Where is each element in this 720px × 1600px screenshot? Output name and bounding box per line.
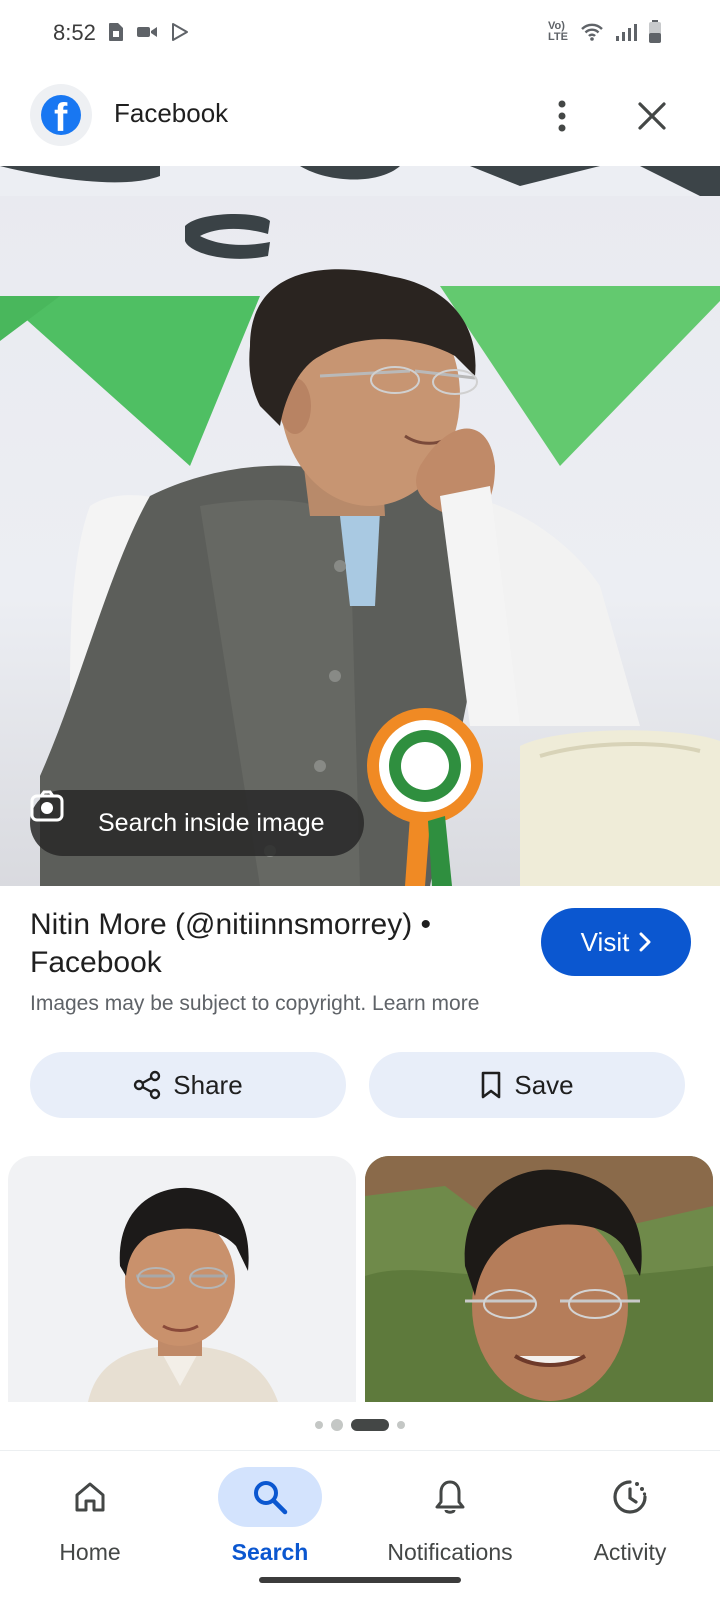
battery-icon [649,20,661,43]
visit-button[interactable]: Visit [541,908,691,976]
learn-more-link[interactable]: Learn more [372,992,479,1015]
chevron-right-icon [639,932,651,952]
status-time: 8:52 [53,20,96,45]
copyright-text: Images may be subject to copyright. [30,992,367,1015]
carousel-pager [0,1419,720,1431]
visit-label: Visit [580,926,630,957]
nav-search-label: Search [231,1539,309,1565]
related-image-2[interactable] [365,1156,713,1402]
video-icon [137,27,157,37]
play-store-icon [172,23,188,41]
more-vert-icon [558,100,566,132]
related-image-1[interactable] [8,1156,356,1402]
photo-illustration [0,166,720,886]
copyright-notice: Images may be subject to copyright. Lear… [30,992,479,1016]
nav-search[interactable]: Search [180,1459,360,1569]
sim-card-icon [109,23,123,41]
more-options-button[interactable] [540,90,584,142]
save-button[interactable]: Save [369,1052,685,1118]
share-button[interactable]: Share [30,1052,346,1118]
status-left-icons [108,22,190,42]
result-title[interactable]: Nitin More (@nitiinnsmorrey) • Facebook [30,906,500,982]
bookmark-icon [482,1071,501,1099]
search-inside-image-button[interactable]: Search inside image [30,790,364,856]
pager-dot [397,1421,405,1429]
portrait-illustration [365,1156,713,1402]
nav-home[interactable]: Home [0,1459,180,1569]
pager-dot-active [351,1419,389,1431]
search-icon [218,1467,322,1527]
nav-notifications[interactable]: Notifications [360,1459,540,1569]
nav-notifications-label: Notifications [387,1539,513,1565]
share-icon [134,1070,161,1100]
pager-dot [315,1421,323,1429]
source-header: f Facebook [0,84,720,148]
wifi-icon [581,23,603,41]
close-button[interactable] [628,92,676,140]
bell-icon [398,1467,502,1527]
portrait-illustration [88,1187,278,1402]
nav-home-label: Home [59,1539,121,1565]
pager-dot [331,1419,343,1431]
close-icon [638,102,666,130]
source-title: Facebook [114,98,229,128]
status-right-icons: Vo) LTE [548,20,662,44]
nav-activity-label: Activity [593,1539,667,1565]
activity-icon [578,1467,682,1527]
result-image[interactable]: Search inside image [0,166,720,886]
status-bar: 8:52 Vo) LTE [0,0,720,68]
facebook-icon: f [30,84,92,146]
signal-icon [616,24,637,41]
nav-activity[interactable]: Activity [540,1459,720,1569]
search-inside-image-label: Search inside image [98,808,325,837]
lens-icon [30,790,82,841]
volte-icon: Vo) LTE [548,20,568,43]
home-icon [38,1467,142,1527]
gesture-handle[interactable] [259,1577,461,1583]
share-label: Share [173,1069,243,1100]
save-label: Save [514,1069,574,1100]
